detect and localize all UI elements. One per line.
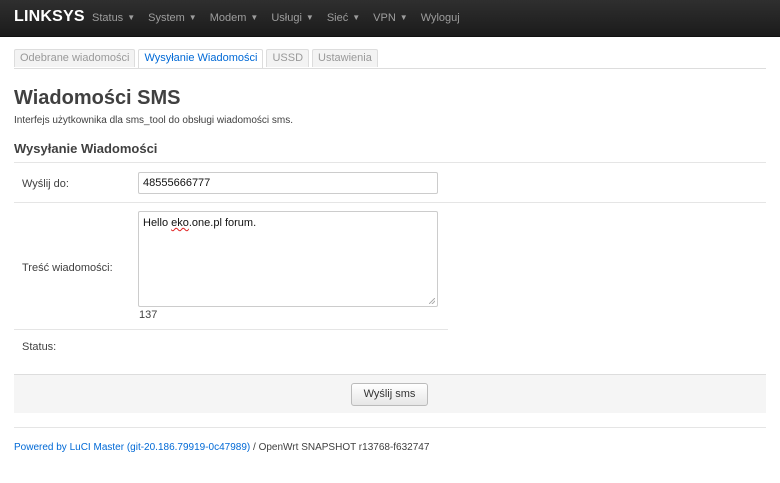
message-textarea[interactable]: Hello eko.one.pl forum. [138, 211, 438, 307]
top-navbar: LINKSYS Status ▼ System ▼ Modem ▼ Usługi ▼ S… [0, 0, 780, 37]
footer-divider [14, 427, 766, 428]
caret-down-icon: ▼ [188, 13, 197, 22]
luci-version-link[interactable]: Powered by LuCI Master (git-20.186.79919… [14, 442, 250, 453]
nav-services[interactable]: Usługi ▼ [271, 12, 314, 24]
send-sms-button[interactable]: Wyślij sms [351, 383, 428, 406]
nav-status[interactable]: Status ▼ [92, 12, 135, 24]
tab-settings[interactable]: Ustawienia [312, 49, 378, 67]
nav-services-label: Usługi [271, 12, 302, 24]
section-title: Wysyłanie Wiadomości [14, 141, 158, 156]
caret-down-icon: ▼ [250, 13, 259, 22]
brand-logo[interactable]: LINKSYS [14, 8, 85, 26]
nav-system[interactable]: System ▼ [148, 12, 197, 24]
message-text: Hello eko.one.pl forum. [143, 217, 256, 229]
caret-down-icon: ▼ [352, 13, 361, 22]
nav-system-label: System [148, 12, 185, 24]
form-actions-bar: Wyślij sms [14, 374, 766, 413]
nav-modem[interactable]: Modem ▼ [210, 12, 259, 24]
nav-vpn-label: VPN [373, 12, 396, 24]
nav-status-label: Status [92, 12, 124, 24]
row-divider [14, 329, 448, 330]
openwrt-version: / OpenWrt SNAPSHOT r13768-f632747 [250, 442, 430, 453]
nav-vpn[interactable]: VPN ▼ [373, 12, 408, 24]
footer: Powered by LuCI Master (git-20.186.79919… [14, 442, 429, 453]
nav-network-label: Sieć [326, 12, 349, 24]
page-description: Interfejs użytkownika dla sms_tool do ob… [14, 115, 294, 126]
tab-ussd[interactable]: USSD [266, 49, 310, 67]
nav-network[interactable]: Sieć ▼ [327, 12, 360, 24]
message-label: Treść wiadomości: [22, 262, 113, 274]
nav-logout[interactable]: Wyloguj [421, 12, 460, 24]
message-text-start: Hello [143, 217, 172, 229]
tab-received-messages[interactable]: Odebrane wiadomości [14, 49, 136, 67]
recipient-input[interactable] [138, 172, 438, 194]
page-title: Wiadomości SMS [14, 87, 181, 109]
message-text-end: .one.pl forum. [188, 217, 257, 229]
tab-send-messages[interactable]: Wysyłanie Wiadomości [138, 49, 264, 68]
section-divider [14, 162, 766, 163]
status-label: Status: [22, 341, 57, 353]
nav-modem-label: Modem [209, 12, 247, 24]
recipient-label: Wyślij do: [22, 178, 69, 190]
character-counter: 137 [139, 309, 158, 321]
nav-logout-label: Wyloguj [420, 12, 460, 24]
resize-grip-icon[interactable] [429, 298, 435, 304]
caret-down-icon: ▼ [127, 13, 136, 22]
misspelled-word: eko [171, 217, 189, 229]
tab-bar: Odebrane wiadomości Wysyłanie Wiadomości… [14, 49, 766, 69]
row-divider [14, 202, 766, 203]
main-menu: Status ▼ System ▼ Modem ▼ Usługi ▼ Sieć ▼ VPN… [92, 12, 473, 24]
caret-down-icon: ▼ [399, 13, 408, 22]
caret-down-icon: ▼ [305, 13, 314, 22]
